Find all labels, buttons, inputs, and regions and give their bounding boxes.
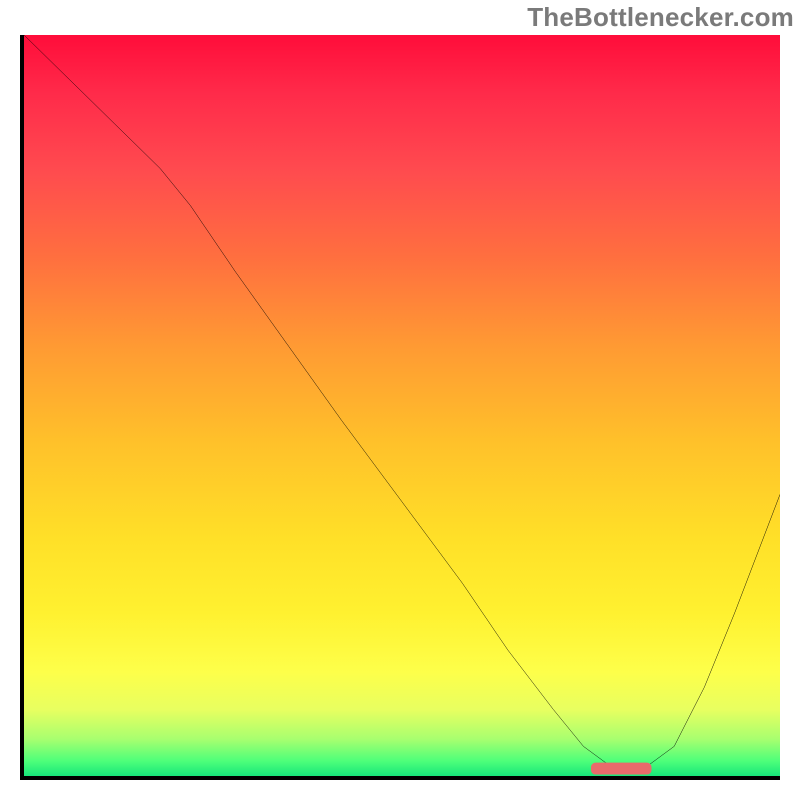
chart-svg [24, 35, 780, 776]
optimal-marker [591, 763, 651, 775]
series-curve [24, 35, 780, 769]
chart-container: TheBottlenecker.com [0, 0, 800, 800]
watermark-text: TheBottlenecker.com [527, 2, 794, 33]
plot-area [20, 35, 780, 780]
